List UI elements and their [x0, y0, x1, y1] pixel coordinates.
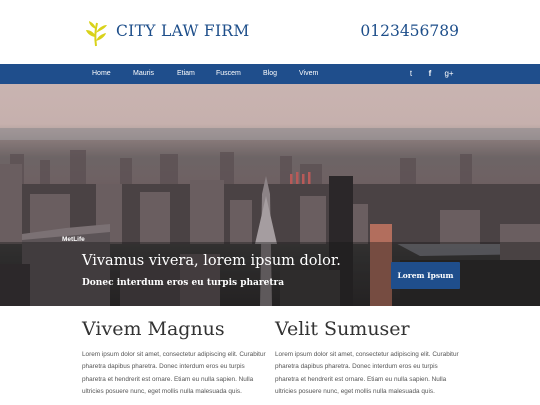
googleplus-icon[interactable]: g+: [443, 64, 455, 84]
phone-number: 0123456789: [360, 22, 459, 40]
hero-banner: MetLife Vivamus vivera, lorem ipsum dolo…: [0, 84, 540, 306]
nav-item-mauris[interactable]: Mauris: [133, 64, 154, 84]
column-heading: Velit Sumuser: [275, 318, 410, 340]
twitter-icon[interactable]: t: [405, 64, 417, 84]
content-column-left: Vivem Magnus Lorem ipsum dolor sit amet,…: [82, 318, 268, 398]
nav-item-blog[interactable]: Blog: [263, 64, 277, 84]
column-heading: Vivem Magnus: [82, 318, 225, 340]
nav-item-vivem[interactable]: Vivem: [299, 64, 318, 84]
brand-name[interactable]: CITY LAW FIRM: [116, 22, 250, 40]
lorem-ipsum-button[interactable]: Lorem Ipsum: [391, 262, 460, 289]
facebook-icon[interactable]: f: [424, 64, 436, 84]
column-text: Lorem ipsum dolor sit amet, consectetur …: [275, 351, 459, 395]
column-text: Lorem ipsum dolor sit amet, consectetur …: [82, 351, 266, 395]
content-column-right: Velit Sumuser Lorem ipsum dolor sit amet…: [275, 318, 461, 398]
hero-title: Vivamus vivera, lorem ipsum dolor.: [82, 253, 341, 269]
site-header: CITY LAW FIRM 0123456789: [0, 0, 540, 64]
nav-item-etiam[interactable]: Etiam: [177, 64, 195, 84]
nav-item-fuscem[interactable]: Fuscem: [216, 64, 241, 84]
leaf-icon: [86, 21, 107, 47]
hero-subtitle: Donec interdum eros eu turpis pharetra: [82, 278, 285, 288]
nav-item-home[interactable]: Home: [92, 64, 111, 84]
main-nav: Home Mauris Etiam Fuscem Blog Vivem t f …: [0, 64, 540, 84]
